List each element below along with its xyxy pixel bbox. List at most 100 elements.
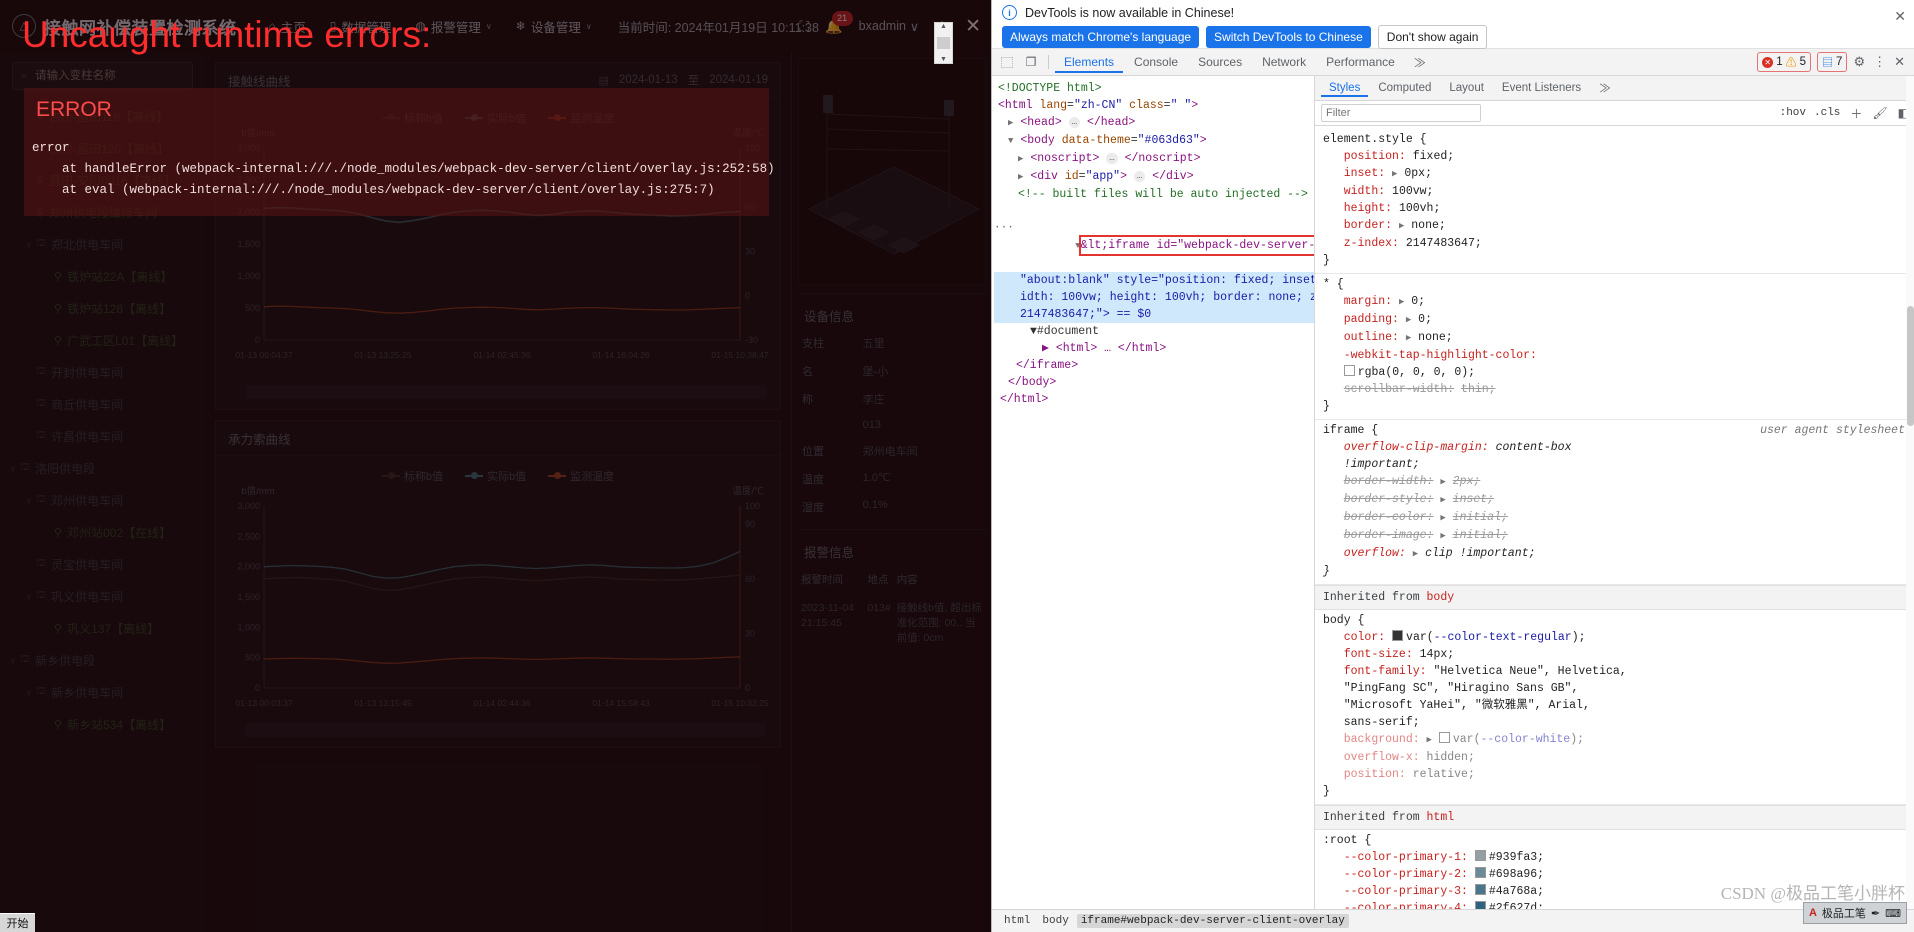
alarm-row[interactable]: 2023-11-04 21:15:45 013# 接触线b值, 超出标准化范围: 0… bbox=[798, 594, 986, 654]
dom-line-1[interactable]: <html lang="zh-CN" class=" "> bbox=[994, 97, 1314, 114]
chevron-down-icon[interactable]: ∨ bbox=[22, 240, 36, 249]
color-swatch[interactable] bbox=[1343, 365, 1355, 376]
search-input[interactable] bbox=[33, 69, 184, 83]
chart-datazoom-slider[interactable] bbox=[246, 723, 766, 737]
tree-node-9[interactable]: ⛫ 商丘供电车间 bbox=[0, 388, 205, 420]
color-swatch[interactable] bbox=[1474, 884, 1486, 895]
css-declaration[interactable]: border-style: ▶ inset; bbox=[1315, 491, 1914, 509]
css-declaration[interactable]: border-width: ▶ 2px; bbox=[1315, 473, 1914, 491]
more-tabs-icon[interactable]: ≫ bbox=[1406, 54, 1434, 71]
css-declaration[interactable]: --color-primary-1: #939fa3; bbox=[1315, 849, 1914, 866]
legend-item[interactable]: 标称b值 bbox=[381, 468, 443, 484]
chevron-down-icon[interactable]: ∨ bbox=[6, 464, 20, 473]
dom-line-2[interactable]: ▶ <head> … </head> bbox=[994, 114, 1314, 132]
nav-item-device[interactable]: ❄ 设备管理 ∨ bbox=[506, 11, 602, 42]
tree-node-6[interactable]: ⚲ 铁炉站128【离线】 bbox=[0, 292, 205, 324]
css-selector[interactable]: * {</span> bbox=[1315, 276, 1914, 293]
css-declaration[interactable]: --color-primary-3: #4a768a; bbox=[1315, 883, 1914, 900]
styles-more-tabs-icon[interactable]: ≫ bbox=[1591, 77, 1619, 99]
tree-node-15[interactable]: ∨ ⛫ 巩义供电车间 bbox=[0, 580, 205, 612]
styles-filter-input[interactable] bbox=[1321, 104, 1481, 122]
css-declaration[interactable]: "Microsoft YaHei", "微软雅黑", Arial, bbox=[1315, 697, 1914, 714]
css-declaration[interactable]: border-image: ▶ initial; bbox=[1315, 527, 1914, 545]
window-close-button[interactable]: ✕ bbox=[965, 15, 981, 38]
css-selector[interactable]: body {</span> bbox=[1315, 612, 1914, 629]
window-scrollbar[interactable]: ▲ ▼ bbox=[934, 22, 953, 64]
css-declaration[interactable]: sans-serif; bbox=[1315, 714, 1914, 731]
tab-console[interactable]: Console bbox=[1125, 51, 1187, 73]
css-declaration[interactable]: } bbox=[1315, 563, 1914, 580]
breadcrumb-html[interactable]: html bbox=[1000, 914, 1034, 928]
css-declaration[interactable]: overflow: ▶ clip !important; bbox=[1315, 545, 1914, 563]
switch-devtools-chinese-button[interactable]: Switch DevTools to Chinese bbox=[1206, 26, 1371, 48]
css-declaration[interactable]: rgba(0, 0, 0, 0); bbox=[1315, 364, 1914, 381]
ime-language-icon[interactable]: A bbox=[1809, 907, 1817, 919]
search-box[interactable]: ⌕ bbox=[12, 62, 193, 90]
tree-node-5[interactable]: ⚲ 铁炉站22A【离线】 bbox=[0, 260, 205, 292]
tab-computed[interactable]: Computed bbox=[1370, 79, 1439, 97]
dom-line-5[interactable]: ▶ <div id="app"> … </div> bbox=[994, 168, 1314, 186]
css-declaration[interactable]: overflow-x: hidden; bbox=[1315, 749, 1914, 766]
tree-node-17[interactable]: ∨ ⛫ 新乡供电段 bbox=[0, 644, 205, 676]
tree-node-18[interactable]: ∨ ⛫ 新乡供电车间 bbox=[0, 676, 205, 708]
new-style-rule-icon[interactable]: ＋ bbox=[1850, 105, 1862, 122]
ime-toolbar[interactable]: A 极品工笔 ✒ ⌨ bbox=[1802, 902, 1907, 924]
css-declaration[interactable]: outline: ▶ none; bbox=[1315, 329, 1914, 347]
css-declaration[interactable]: !important; bbox=[1315, 456, 1914, 473]
tab-styles[interactable]: Styles bbox=[1321, 79, 1368, 97]
css-rules-area[interactable]: element.style { position: fixed; inset: … bbox=[1315, 126, 1914, 914]
keyboard-icon[interactable]: ⌨ bbox=[1885, 907, 1901, 920]
expand-triangle-icon[interactable]: ▼ bbox=[1008, 136, 1013, 146]
start-button[interactable]: 开始 bbox=[0, 913, 35, 932]
css-declaration[interactable]: position: fixed; bbox=[1315, 148, 1914, 165]
color-swatch[interactable] bbox=[1392, 630, 1404, 641]
dom-line-4[interactable]: ▶ <noscript> … </noscript> bbox=[994, 150, 1314, 168]
css-declaration[interactable]: overflow-clip-margin: content-box bbox=[1315, 439, 1914, 456]
css-declaration[interactable]: } bbox=[1315, 783, 1914, 800]
error-counter[interactable]: ✕ 1 ⚠ 5 bbox=[1757, 52, 1812, 72]
toggle-class-button[interactable]: .cls bbox=[1814, 107, 1840, 119]
chevron-down-icon[interactable]: ∨ bbox=[6, 656, 20, 665]
css-declaration[interactable]: } bbox=[1315, 252, 1914, 269]
gear-icon[interactable]: ⚙ bbox=[1853, 54, 1865, 70]
legend-item[interactable]: 监测温度 bbox=[548, 468, 614, 484]
legend-item[interactable]: 实际b值 bbox=[465, 468, 526, 484]
toggle-hover-state-button[interactable]: :hov bbox=[1780, 107, 1806, 119]
scrollbar-thumb[interactable] bbox=[937, 37, 950, 49]
css-declaration[interactable]: -webkit-tap-highlight-color: bbox=[1315, 347, 1914, 364]
css-declaration[interactable]: color: var(--color-text-regular); bbox=[1315, 629, 1914, 646]
tree-node-8[interactable]: ⛫ 开封供电车间 bbox=[0, 356, 205, 388]
tab-performance[interactable]: Performance bbox=[1317, 51, 1404, 73]
scroll-down-arrow[interactable]: ▼ bbox=[940, 56, 947, 63]
color-swatch[interactable] bbox=[1438, 732, 1450, 743]
node-badge-ellipsis-icon[interactable]: ··· bbox=[994, 220, 1014, 237]
css-selector[interactable]: :root {</span> bbox=[1315, 832, 1914, 849]
css-declaration[interactable]: padding: ▶ 0; bbox=[1315, 311, 1914, 329]
tab-event-listeners[interactable]: Event Listeners bbox=[1494, 79, 1589, 97]
expand-triangle-icon[interactable]: ▶ bbox=[1018, 154, 1023, 164]
breadcrumb-body[interactable]: body bbox=[1038, 914, 1072, 928]
css-declaration[interactable]: border: ▶ none; bbox=[1315, 217, 1914, 235]
devtools-close-icon[interactable]: ✕ bbox=[1894, 54, 1905, 70]
breadcrumb-iframe[interactable]: iframe#webpack-dev-server-client-overlay bbox=[1076, 914, 1349, 928]
css-declaration[interactable]: scrollbar-width: thin; bbox=[1315, 381, 1914, 398]
css-declaration[interactable]: margin: ▶ 0; bbox=[1315, 293, 1914, 311]
styles-scrollbar-track[interactable] bbox=[1906, 76, 1914, 914]
banner-close-icon[interactable]: ✕ bbox=[1894, 8, 1906, 25]
tree-node-14[interactable]: ⛫ 灵宝供电车间 bbox=[0, 548, 205, 580]
css-declaration[interactable]: background: ▶ var(--color-white); bbox=[1315, 731, 1914, 749]
kebab-menu-icon[interactable]: ⋮ bbox=[1873, 54, 1886, 70]
css-declaration[interactable]: --color-primary-2: #698a96; bbox=[1315, 866, 1914, 883]
tab-sources[interactable]: Sources bbox=[1189, 51, 1251, 73]
fullscreen-icon[interactable]: ⛶ bbox=[799, 18, 809, 35]
css-declaration[interactable]: font-size: 14px; bbox=[1315, 646, 1914, 663]
css-selector[interactable]: iframe {user agent stylesheet bbox=[1315, 422, 1914, 439]
color-swatch[interactable] bbox=[1474, 850, 1486, 861]
always-match-language-button[interactable]: Always match Chrome's language bbox=[1002, 26, 1200, 48]
css-declaration[interactable]: font-family: "Helvetica Neue", Helvetica… bbox=[1315, 663, 1914, 680]
css-declaration[interactable]: width: 100vw; bbox=[1315, 183, 1914, 200]
dom-line-0[interactable]: <!DOCTYPE html> bbox=[994, 80, 1314, 97]
tree-node-10[interactable]: ⛫ 许昌供电车间 bbox=[0, 420, 205, 452]
css-declaration[interactable]: border-color: ▶ initial; bbox=[1315, 509, 1914, 527]
pen-icon[interactable]: ✒ bbox=[1871, 907, 1880, 920]
